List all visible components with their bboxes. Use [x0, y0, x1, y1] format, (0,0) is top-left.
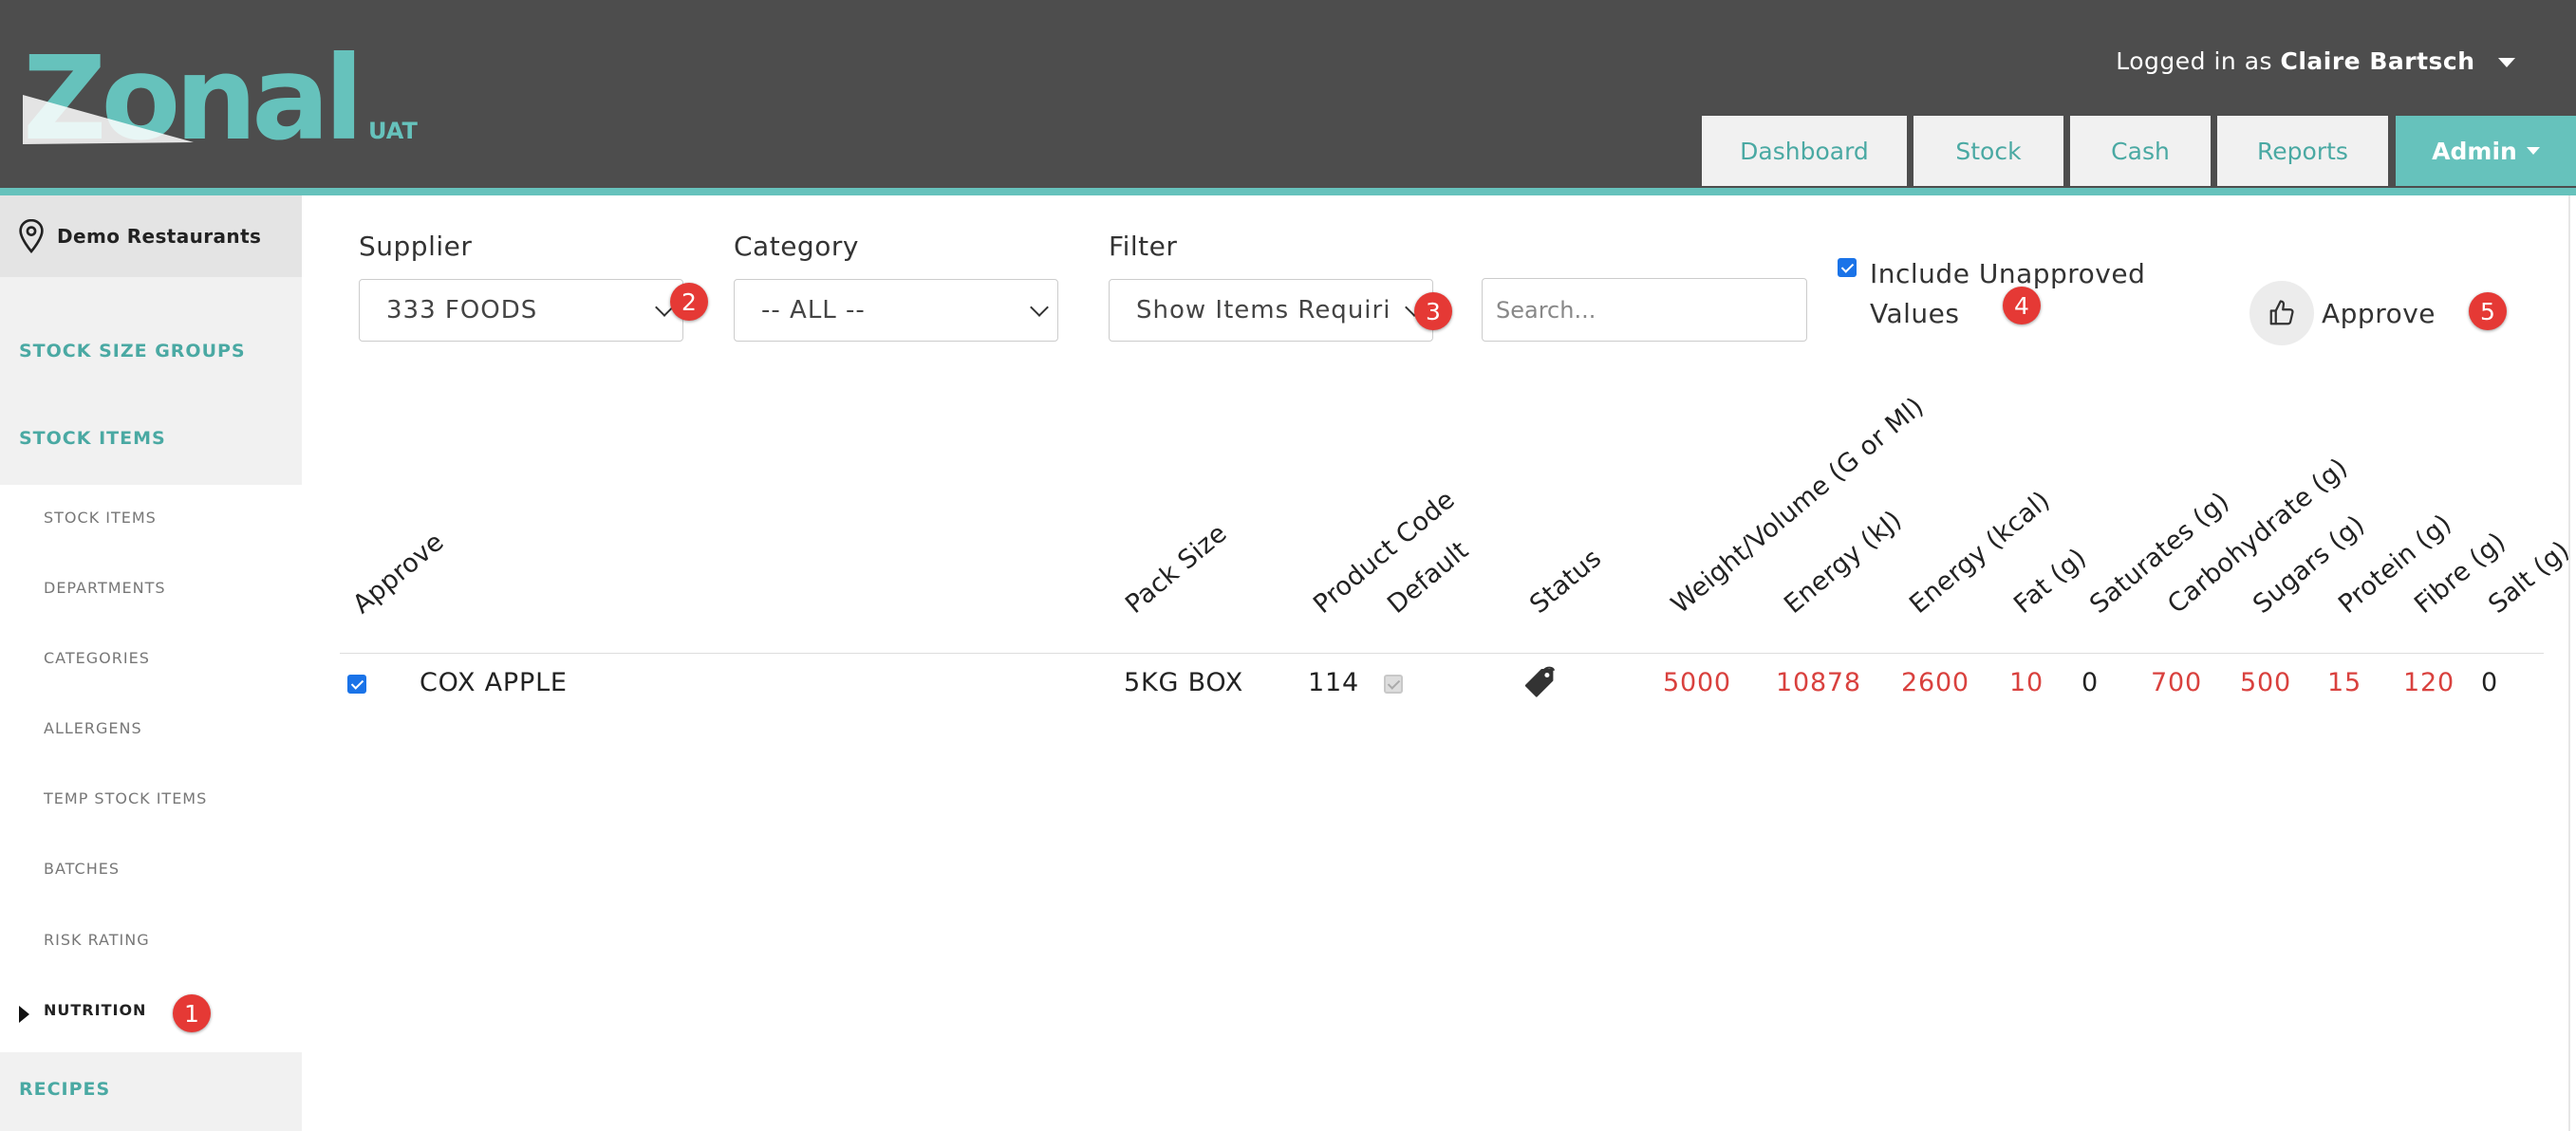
stock-items-submenu — [0, 485, 302, 1052]
category-label: Category — [734, 231, 859, 262]
nav-label: Cash — [2111, 137, 2170, 165]
sidebar-section-recipes[interactable]: RECIPES — [19, 1079, 110, 1100]
nav-label: Dashboard — [1740, 137, 1869, 165]
annotation-badge-1: 1 — [173, 994, 211, 1032]
approve-button-label: Approve — [2322, 297, 2436, 329]
category-select[interactable]: -- ALL -- — [734, 279, 1058, 342]
col-header-fat[interactable]: Fat (g) — [2008, 543, 2092, 620]
include-unapproved-checkbox[interactable] — [1838, 258, 1857, 277]
supplier-label: Supplier — [359, 231, 473, 262]
filter-label: Filter — [1109, 231, 1178, 262]
annotation-badge-4: 4 — [2003, 287, 2041, 324]
caret-down-icon — [2498, 58, 2515, 67]
supplier-value: 333 FOODS — [386, 296, 538, 324]
zonal-logo[interactable]: Zonal — [23, 38, 421, 152]
table-header-divider — [340, 653, 2544, 654]
col-header-saturates[interactable]: Saturates (g) — [2084, 487, 2235, 620]
sidebar-item-allergens[interactable]: ALLERGENS — [44, 719, 142, 737]
user-name: Claire Bartsch — [2280, 47, 2475, 75]
nav-admin[interactable]: Admin — [2396, 116, 2576, 186]
category-value: -- ALL -- — [761, 296, 866, 324]
sidebar-section-stock-items[interactable]: STOCK ITEMS — [19, 428, 166, 449]
annotation-badge-3: 3 — [1414, 292, 1452, 330]
row-item-name: COX APPLE — [420, 668, 568, 697]
caret-right-icon — [19, 1006, 29, 1023]
row-product-code: 114 — [1308, 668, 1359, 697]
supplier-select[interactable]: 333 FOODS — [359, 279, 683, 342]
col-header-status[interactable]: Status — [1524, 544, 1607, 620]
sidebar-item-categories[interactable]: CATEGORIES — [44, 649, 150, 667]
user-menu[interactable]: Logged in as Claire Bartsch — [2116, 47, 2515, 75]
sidebar-section-stock-size-groups[interactable]: STOCK SIZE GROUPS — [19, 341, 246, 362]
filter-value: Show Items Requiri — [1136, 296, 1391, 324]
caret-down-icon — [2526, 147, 2540, 155]
nav-cash[interactable]: Cash — [2070, 116, 2211, 186]
nav-reports[interactable]: Reports — [2217, 116, 2388, 186]
nav-label: Admin — [2432, 137, 2517, 165]
filter-select[interactable]: Show Items Requiri — [1109, 279, 1433, 342]
env-label: UAT — [368, 118, 418, 144]
col-header-pack-size[interactable]: Pack Size — [1120, 518, 1233, 620]
sidebar-item-risk-rating[interactable]: RISK RATING — [44, 931, 150, 949]
site-name: Demo Restaurants — [57, 225, 262, 248]
scrollbar[interactable] — [2568, 195, 2570, 1131]
row-energy-kj: 10878 — [1776, 668, 1861, 697]
top-header: Zonal UAT Logged in as Claire Bartsch Da… — [0, 0, 2576, 188]
annotation-badge-5: 5 — [2469, 292, 2507, 330]
row-energy-kcal: 2600 — [1901, 668, 1969, 697]
nav-label: Stock — [1955, 137, 2022, 165]
row-weight-volume: 5000 — [1663, 668, 1731, 697]
sidebar-item-nutrition[interactable]: NUTRITION — [44, 1001, 146, 1019]
nav-dashboard[interactable]: Dashboard — [1702, 116, 1907, 186]
sidebar-item-batches[interactable]: BATCHES — [44, 860, 120, 878]
row-sugars: 500 — [2240, 668, 2291, 697]
annotation-badge-2: 2 — [670, 283, 708, 321]
row-pack-size: 5KG BOX — [1124, 668, 1244, 697]
row-protein: 15 — [2327, 668, 2361, 697]
header-accent-strip — [0, 188, 2576, 195]
chevron-down-icon — [1030, 298, 1049, 317]
location-pin-icon — [19, 219, 44, 253]
sidebar-item-temp-stock-items[interactable]: TEMP STOCK ITEMS — [44, 789, 207, 807]
nav-label: Reports — [2257, 137, 2348, 165]
sidebar-item-stock-items[interactable]: STOCK ITEMS — [44, 509, 157, 527]
site-selector[interactable]: Demo Restaurants — [0, 195, 302, 277]
col-header-approve[interactable]: Approve — [347, 528, 450, 620]
thumbs-up-icon — [2249, 281, 2314, 345]
row-default-checkbox — [1384, 675, 1403, 694]
sidebar: Demo Restaurants STOCK SIZE GROUPS STOCK… — [0, 195, 302, 1131]
search-input[interactable] — [1482, 278, 1807, 342]
row-approve-checkbox[interactable] — [347, 675, 366, 694]
row-fibre: 120 — [2403, 668, 2455, 697]
row-carbohydrate: 700 — [2151, 668, 2202, 697]
approve-button[interactable]: Approve — [2249, 281, 2436, 345]
row-fat: 10 — [2009, 668, 2044, 697]
sidebar-item-departments[interactable]: DEPARTMENTS — [44, 579, 166, 597]
row-saturates: 0 — [2081, 668, 2099, 697]
row-salt: 0 — [2481, 668, 2498, 697]
tag-icon[interactable] — [1521, 666, 1558, 702]
nav-stock[interactable]: Stock — [1913, 116, 2063, 186]
login-prefix: Logged in as — [2116, 47, 2273, 75]
